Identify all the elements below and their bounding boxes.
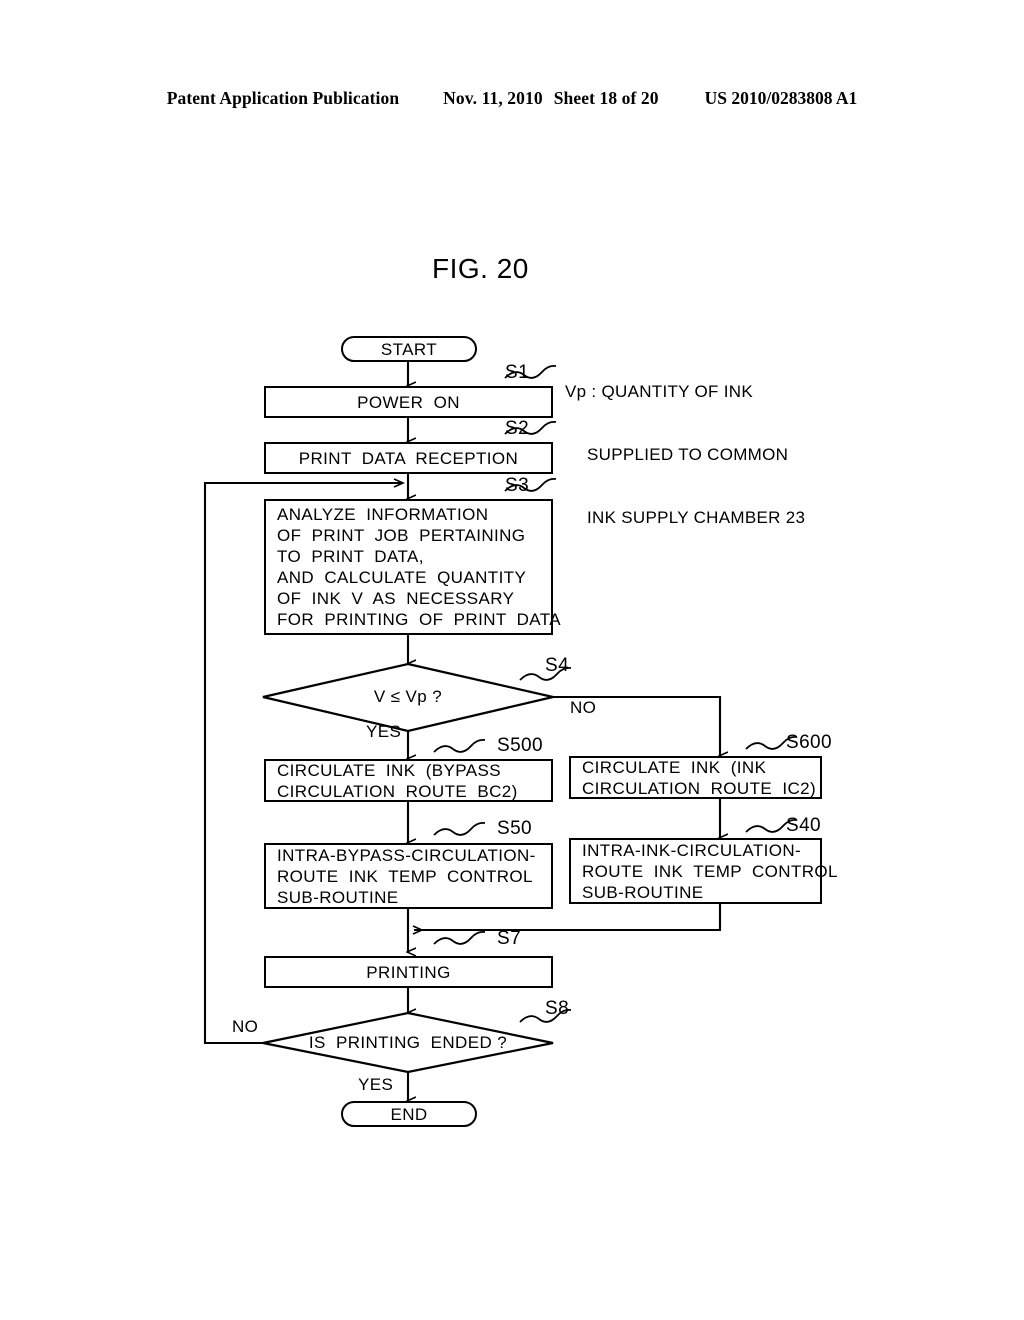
header-sheet-text: Sheet 18 of 20: [553, 88, 659, 108]
figure-title: FIG. 20: [432, 253, 529, 284]
header-patent-number: US 2010/0283808 A1: [704, 88, 858, 108]
legend-vp-definition: Vp : QUANTITY OF INK SUPPLIED TO COMMON …: [565, 339, 805, 570]
header-publication-text: Patent Application Publication: [166, 88, 400, 108]
flow-node-s50-intra-bypass-subroutine[interactable]: INTRA-BYPASS-CIRCULATION- ROUTE INK TEMP…: [264, 843, 553, 909]
flow-node-s3-analyze-information[interactable]: ANALYZE INFORMATION OF PRINT JOB PERTAIN…: [264, 499, 561, 635]
step-ref-s600: S600: [786, 732, 832, 753]
flow-node-s7-printing[interactable]: PRINTING: [264, 956, 553, 988]
step-ref-s7: S7: [497, 928, 522, 949]
flow-node-s500-circulate-ink-bypass[interactable]: CIRCULATE INK (BYPASS CIRCULATION ROUTE …: [264, 759, 553, 802]
flow-node-start[interactable]: START: [341, 336, 477, 362]
flow-node-s1-power-on[interactable]: POWER ON: [264, 386, 553, 418]
flow-node-s7-label: PRINTING: [366, 962, 451, 982]
step-ref-s40: S40: [786, 815, 822, 836]
header-date-text: Nov. 11, 2010: [443, 88, 543, 108]
step-ref-s2: S2: [505, 418, 530, 439]
step-ref-s500: S500: [497, 735, 543, 756]
flow-node-s2-print-data-reception[interactable]: PRINT DATA RECEPTION: [264, 442, 553, 474]
branch-label-s8-yes: YES: [358, 1075, 394, 1094]
step-ref-s1: S1: [505, 362, 530, 383]
branch-label-s4-yes: YES: [366, 722, 402, 741]
flow-node-s40-label: INTRA-INK-CIRCULATION- ROUTE INK TEMP CO…: [582, 840, 838, 902]
flow-node-s8-decision[interactable]: IS PRINTING ENDED ?: [263, 1013, 553, 1073]
step-ref-s4: S4: [545, 655, 570, 676]
branch-label-s8-no: NO: [232, 1017, 259, 1036]
legend-line-1: Vp : QUANTITY OF INK: [565, 382, 753, 401]
patent-figure-page: Patent Application Publication Nov. 11, …: [0, 0, 1024, 1320]
flow-node-s50-label: INTRA-BYPASS-CIRCULATION- ROUTE INK TEMP…: [277, 845, 536, 907]
flow-node-s500-label: CIRCULATE INK (BYPASS CIRCULATION ROUTE …: [277, 760, 518, 801]
flow-node-s40-intra-ink-subroutine[interactable]: INTRA-INK-CIRCULATION- ROUTE INK TEMP CO…: [569, 838, 838, 904]
flowchart-connectors: [203, 360, 798, 1320]
step-ref-s3: S3: [505, 475, 530, 496]
flow-node-end[interactable]: END: [341, 1101, 477, 1127]
flow-node-s3-label: ANALYZE INFORMATION OF PRINT JOB PERTAIN…: [277, 505, 562, 629]
step-ref-s50: S50: [497, 818, 533, 839]
flow-node-s4-decision[interactable]: V ≤ Vp ?: [263, 664, 553, 732]
branch-label-s4-no: NO: [570, 698, 597, 717]
legend-line-3: INK SUPPLY CHAMBER 23: [587, 508, 806, 527]
flow-node-s1-label: POWER ON: [357, 392, 460, 412]
flow-node-s4-label: V ≤ Vp ?: [373, 687, 443, 706]
flow-node-end-label: END: [390, 1104, 428, 1124]
flow-node-s600-circulate-ink-ink[interactable]: CIRCULATE INK (INK CIRCULATION ROUTE IC2…: [569, 756, 822, 799]
flow-node-s8-label: IS PRINTING ENDED ?: [308, 1033, 508, 1052]
flow-node-s600-label: CIRCULATE INK (INK CIRCULATION ROUTE IC2…: [582, 757, 817, 798]
flow-node-s2-label: PRINT DATA RECEPTION: [298, 448, 519, 468]
step-ref-s8: S8: [545, 998, 570, 1019]
flow-node-start-label: START: [380, 339, 438, 359]
legend-line-2: SUPPLIED TO COMMON: [587, 445, 789, 464]
publication-header: Patent Application Publication Nov. 11, …: [0, 88, 1024, 114]
